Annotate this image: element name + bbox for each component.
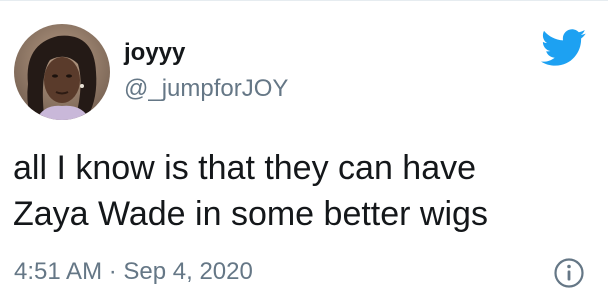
user-handle[interactable]: @_jumpforJOY (124, 75, 288, 103)
avatar[interactable] (14, 24, 110, 120)
tweet-text: all I know is that they can have Zaya Wa… (13, 149, 488, 233)
avatar-image (14, 24, 110, 120)
display-name[interactable]: joyyy (124, 39, 185, 67)
tweet-timestamp: 4:51 AM · Sep 4, 2020 (14, 258, 253, 286)
twitter-bird-icon[interactable] (541, 29, 587, 67)
tweet-time-link[interactable]: 4:51 AM (14, 258, 102, 285)
tweet-date-link[interactable]: Sep 4, 2020 (123, 258, 252, 285)
tweet-card: joyyy @_jumpforJOY all I know is that th… (0, 0, 608, 299)
timestamp-separator: · (108, 258, 117, 285)
info-icon[interactable] (553, 257, 585, 289)
